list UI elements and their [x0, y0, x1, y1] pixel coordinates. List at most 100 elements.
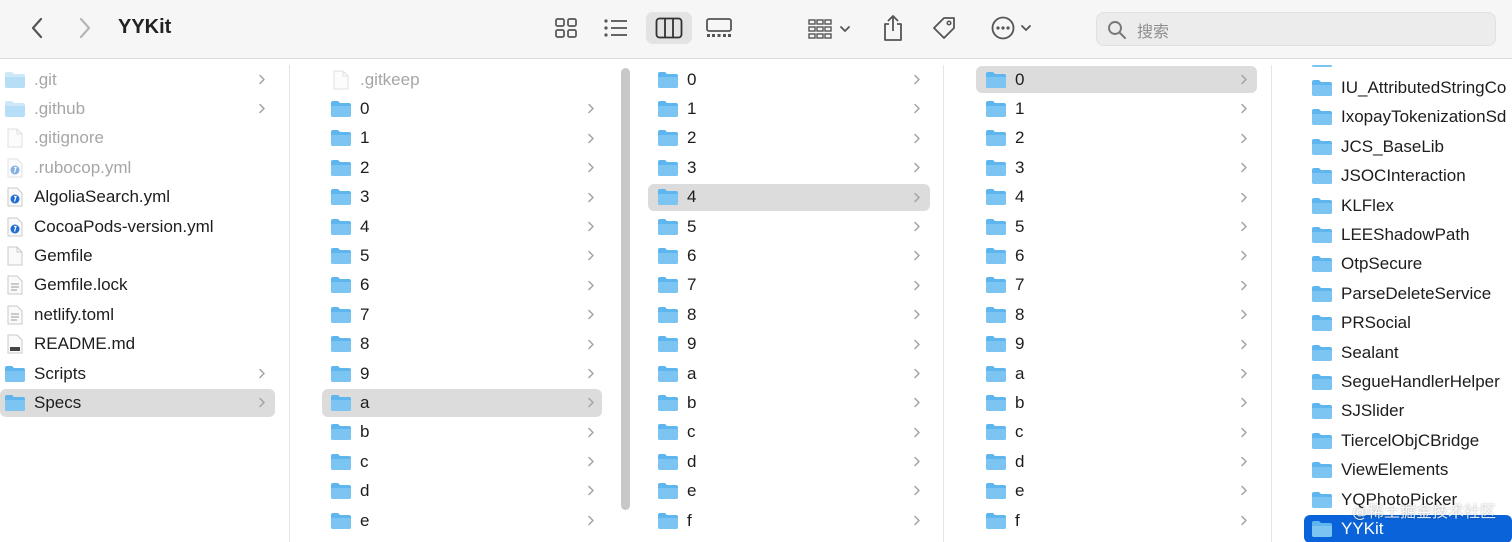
folder-row[interactable]: SJSlider — [1290, 397, 1512, 426]
folder-row[interactable]: 1 — [963, 94, 1271, 123]
file-row[interactable]: .gitkeep — [309, 65, 619, 94]
folder-row[interactable]: 6 — [309, 271, 619, 300]
folder-row[interactable]: LEEShadowPath — [1290, 220, 1512, 249]
file-row[interactable]: .rubocop.yml — [0, 153, 289, 182]
folder-row[interactable]: 3 — [309, 183, 619, 212]
folder-row[interactable]: IU_AttributedStringCo — [1290, 73, 1512, 102]
folder-row[interactable]: 0 — [963, 65, 1271, 94]
folder-row[interactable]: 0 — [309, 94, 619, 123]
folder-row[interactable]: 9 — [963, 330, 1271, 359]
folder-row[interactable]: b — [963, 388, 1271, 417]
folder-row[interactable]: 4 — [309, 212, 619, 241]
folder-icon — [985, 217, 1007, 237]
file-row[interactable]: README.md — [0, 330, 289, 359]
icon-view-button[interactable] — [543, 12, 589, 44]
column-2-scrollbar[interactable] — [621, 68, 630, 510]
column-4[interactable]: 0 1 2 3 4 5 6 7 8 9 abcdef — [963, 65, 1272, 542]
folder-row[interactable]: ParseDeleteService — [1290, 279, 1512, 308]
share-button[interactable] — [878, 12, 908, 44]
folder-row[interactable]: 4 — [963, 183, 1271, 212]
folder-row[interactable]: 3 — [963, 153, 1271, 182]
folder-row[interactable]: 8 — [635, 300, 943, 329]
folder-row[interactable]: d — [963, 447, 1271, 476]
folder-row[interactable]: 1 — [635, 94, 943, 123]
chevron-right-icon — [913, 515, 921, 529]
folder-row[interactable]: PRSocial — [1290, 309, 1512, 338]
search-input[interactable] — [1135, 19, 1479, 43]
folder-icon — [1311, 401, 1333, 421]
folder-row[interactable]: 8 — [963, 300, 1271, 329]
tags-button[interactable] — [928, 12, 960, 44]
folder-row[interactable]: 2 — [963, 124, 1271, 153]
column-2[interactable]: .gitkeep 0 1 2 3 4 5 6 7 8 9 a b c d e — [309, 65, 619, 542]
folder-row[interactable]: .git — [0, 65, 289, 94]
search-field[interactable] — [1096, 12, 1496, 46]
folder-row[interactable]: 8 — [309, 330, 619, 359]
folder-row[interactable]: 9 — [309, 359, 619, 388]
folder-row[interactable]: 2 — [635, 124, 943, 153]
folder-row[interactable]: 4 — [635, 183, 943, 212]
folder-row[interactable]: d — [309, 476, 619, 505]
folder-row[interactable]: b — [635, 388, 943, 417]
folder-row[interactable]: JCS_BaseLib — [1290, 132, 1512, 161]
column-view-button[interactable] — [646, 12, 692, 44]
more-actions-button[interactable] — [985, 12, 1037, 44]
folder-row[interactable]: e — [309, 506, 619, 535]
folder-row[interactable]: 7 — [635, 271, 943, 300]
folder-row[interactable]: 5 — [963, 212, 1271, 241]
folder-row[interactable]: OtpSecure — [1290, 250, 1512, 279]
folder-row[interactable]: Sealant — [1290, 338, 1512, 367]
folder-row[interactable]: c — [963, 418, 1271, 447]
folder-row[interactable]: 7 — [309, 300, 619, 329]
folder-row[interactable]: a — [309, 388, 619, 418]
forward-button[interactable] — [70, 12, 100, 44]
folder-row[interactable]: 5 — [309, 241, 619, 270]
folder-row[interactable]: JSOCInteraction — [1290, 162, 1512, 191]
file-row[interactable]: AlgoliaSearch.yml — [0, 183, 289, 212]
item-name: f — [1015, 510, 1020, 530]
file-row[interactable]: Gemfile — [0, 241, 289, 270]
folder-row[interactable]: 6 — [963, 241, 1271, 270]
file-row[interactable]: Gemfile.lock — [0, 271, 289, 300]
folder-row[interactable]: 2 — [309, 153, 619, 182]
folder-row[interactable]: b — [309, 418, 619, 447]
chevron-right-icon — [913, 103, 921, 117]
folder-row[interactable]: e — [635, 476, 943, 505]
folder-row[interactable]: IxopayTokenizationSd — [1290, 103, 1512, 132]
folder-row[interactable]: GTTest — [1290, 65, 1512, 73]
column-3[interactable]: 0 1 2 3 4 5 6 7 8 9 abcdef — [635, 65, 944, 542]
folder-row[interactable]: YYKit — [1290, 514, 1512, 542]
folder-row[interactable]: ViewElements — [1290, 455, 1512, 484]
folder-row[interactable]: 3 — [635, 153, 943, 182]
file-row[interactable]: netlify.toml — [0, 300, 289, 329]
folder-row[interactable]: f — [635, 506, 943, 535]
file-row[interactable]: CocoaPods-version.yml — [0, 212, 289, 241]
gallery-view-button[interactable] — [696, 12, 742, 44]
folder-row[interactable]: 5 — [635, 212, 943, 241]
column-5[interactable]: GTTest IU_AttributedStringCo IxopayTokeniz… — [1290, 65, 1512, 542]
folder-row[interactable]: c — [635, 418, 943, 447]
folder-row[interactable]: 1 — [309, 124, 619, 153]
column-1[interactable]: .git .github .gitignore .rubocop.yml Algolia… — [0, 65, 290, 542]
folder-row[interactable]: a — [963, 359, 1271, 388]
folder-row[interactable]: f — [963, 506, 1271, 535]
folder-row[interactable]: e — [963, 476, 1271, 505]
list-view-button[interactable] — [593, 12, 639, 44]
group-by-button[interactable] — [802, 14, 856, 44]
folder-row[interactable]: 6 — [635, 241, 943, 270]
folder-row[interactable]: TiercelObjCBridge — [1290, 426, 1512, 455]
back-button[interactable] — [22, 12, 52, 44]
folder-row[interactable]: d — [635, 447, 943, 476]
folder-row[interactable]: Specs — [0, 388, 289, 418]
folder-row[interactable]: KLFlex — [1290, 191, 1512, 220]
folder-row[interactable]: .github — [0, 94, 289, 123]
folder-row[interactable]: c — [309, 447, 619, 476]
folder-row[interactable]: 9 — [635, 330, 943, 359]
folder-row[interactable]: 7 — [963, 271, 1271, 300]
file-row[interactable]: .gitignore — [0, 124, 289, 153]
folder-row[interactable]: SegueHandlerHelper — [1290, 367, 1512, 396]
item-name: 3 — [1015, 157, 1025, 177]
folder-row[interactable]: a — [635, 359, 943, 388]
folder-row[interactable]: 0 — [635, 65, 943, 94]
folder-row[interactable]: Scripts — [0, 359, 289, 388]
